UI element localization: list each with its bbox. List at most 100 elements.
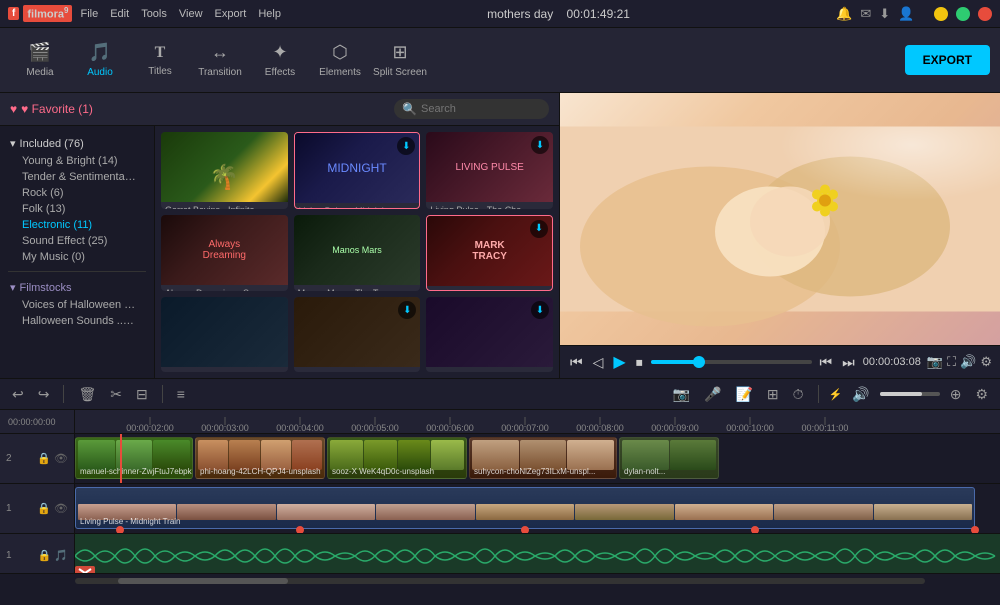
window-maximize[interactable] [956, 7, 970, 21]
fullscreen-icon[interactable]: ⛶ [947, 354, 956, 370]
cam-button[interactable]: 📷 [669, 384, 694, 405]
transition-label: Transition [198, 67, 242, 78]
sidebar-voices-halloween[interactable]: Voices of Halloween (25) [8, 297, 146, 313]
filmstocks-section: ▾ Filmstocks Voices of Halloween (25) Ha… [0, 276, 154, 331]
search-box[interactable]: 🔍 [394, 99, 549, 119]
included-section: ▾ Included (76) Young & Bright (14) Tend… [0, 132, 154, 267]
clip-suhycon[interactable]: suhycon-choNlZeg73ILxM-unspl... [469, 437, 617, 479]
toolbar-split-screen[interactable]: ⊞ Split Screen [370, 33, 430, 88]
main-toolbar: 🎬 Media 🎵 Audio T Titles ↔ Transition ✦ … [0, 28, 1000, 93]
menu-help[interactable]: Help [258, 8, 281, 20]
sidebar-halloween-sounds[interactable]: Halloween Sounds ... (25) [8, 313, 146, 329]
menu-tools[interactable]: Tools [141, 8, 167, 20]
media-card-7[interactable]: ⬇ ... [294, 297, 421, 372]
sidebar-rock[interactable]: Rock (6) [8, 185, 146, 201]
download-icon[interactable]: ⬇ [879, 6, 890, 22]
progress-bar[interactable] [651, 360, 812, 364]
toolbar-media[interactable]: 🎬 Media [10, 33, 70, 88]
clip-phi[interactable]: phi-hoang-42LCH-QPJ4-unsplash [195, 437, 325, 479]
redo-button[interactable]: ↪ [34, 384, 54, 405]
clip-label-phi: phi-hoang-42LCH-QPJ4-unsplash [200, 467, 321, 476]
timer-button[interactable]: ⏱ [789, 384, 808, 405]
sidebar-folk[interactable]: Folk (13) [8, 201, 146, 217]
detach-button[interactable]: ⊟ [132, 384, 152, 405]
settings-icon[interactable]: ⚙ [980, 354, 992, 370]
lock-icon-audio[interactable]: 🔒 [38, 549, 52, 562]
clip-sooz[interactable]: sooz-X WeK4qD0c-unsplash [327, 437, 467, 479]
media-card-8[interactable]: ⬇ ... [426, 297, 553, 372]
menu-edit[interactable]: Edit [110, 8, 129, 20]
track-icons-1: 🔒 👁 [37, 502, 68, 515]
sidebar-sound-effect[interactable]: Sound Effect (25) [8, 233, 146, 249]
media-card-5[interactable]: MARKTRACY ⬇ Mark Tracy - Keep On [426, 215, 553, 292]
download-btn-2[interactable]: ⬇ [531, 136, 549, 154]
clip-manuel[interactable]: manuel-schinner-ZwjFtuJ7ebpk-... [75, 437, 193, 479]
split-screen-icon: ⊞ [392, 42, 407, 63]
annotation-button[interactable]: 📝 [731, 384, 756, 405]
menu-export[interactable]: Export [215, 8, 247, 20]
account-icon[interactable]: 👤 [898, 6, 914, 22]
horizontal-scroll-thumb[interactable] [118, 578, 288, 584]
video-actions: 📷 ⛶ 🔊 ⚙ [927, 354, 992, 370]
message-icon[interactable]: ✉ [860, 6, 871, 22]
clip-living-pulse[interactable]: Living Pulse - Midnight Train [75, 487, 975, 529]
ruler-line-8 [675, 417, 676, 425]
more-options-button[interactable]: ⊕ [946, 384, 966, 405]
toolbar-transition[interactable]: ↔ Transition [190, 33, 250, 88]
eye-icon-1[interactable]: 👁 [54, 502, 68, 515]
search-input[interactable] [421, 103, 541, 115]
settings-button-2[interactable]: ⚙ [971, 384, 992, 405]
included-header[interactable]: ▾ Included (76) [8, 134, 146, 153]
sidebar-my-music[interactable]: My Music (0) [8, 249, 146, 265]
mosaic-button[interactable]: ⊞ [763, 384, 783, 405]
prev-frame-button[interactable]: ⏮ [818, 352, 835, 373]
music-icon-audio[interactable]: 🎵 [54, 549, 68, 562]
media-card-4[interactable]: Manos Mars Manos Mars - The Tun... [294, 215, 421, 292]
media-card-2[interactable]: LIVING PULSE ⬇ Living Pulse - The Cha... [426, 132, 553, 209]
sidebar-young-bright[interactable]: Young & Bright (14) [8, 153, 146, 169]
media-card-0[interactable]: 🌴 Garret Bevins - Infinite... [161, 132, 288, 209]
sidebar-tender-sentimental[interactable]: Tender & Sentimental (7) [8, 169, 146, 185]
volume-button[interactable]: 🔊 [848, 384, 873, 405]
audio-record-button[interactable]: 🎤 [700, 384, 725, 405]
skip-back-button[interactable]: ⏮ [568, 352, 585, 373]
toolbar-audio[interactable]: 🎵 Audio [70, 33, 130, 88]
sidebar-electronic[interactable]: Electronic (11) [8, 217, 146, 233]
volume-slider[interactable] [880, 392, 940, 396]
delete-button[interactable]: 🗑 [74, 384, 100, 405]
toolbar-elements[interactable]: ⬡ Elements [310, 33, 370, 88]
media-card-1[interactable]: MIDNIGHT ⬇ Living Pulse - Midnight ... [294, 132, 421, 209]
ruler-line-7 [600, 417, 601, 425]
timeline-tracks: 2 🔒 👁 manuel-schinner-ZwjFtuJ7ebpk-... [0, 434, 1000, 573]
filmstocks-header[interactable]: ▾ Filmstocks [8, 278, 146, 297]
list-view-button[interactable]: ≡ [173, 384, 189, 404]
window-minimize[interactable] [934, 7, 948, 21]
audio-label: Audio [87, 67, 113, 78]
export-button[interactable]: EXPORT [905, 45, 990, 75]
eye-icon-2[interactable]: 👁 [54, 452, 68, 465]
ruler-line-9 [750, 417, 751, 425]
media-card-3[interactable]: AlwaysDreaming Always Dreaming - Sa... [161, 215, 288, 292]
step-back-button[interactable]: ◁ [591, 352, 606, 373]
transition-icon: ↔ [211, 42, 229, 63]
window-close[interactable] [978, 7, 992, 21]
horizontal-scroll-track[interactable] [75, 578, 925, 584]
next-frame-button[interactable]: ⏭ [840, 352, 857, 373]
cut-button[interactable]: ✂ [106, 384, 126, 405]
media-card-6[interactable]: ... [161, 297, 288, 372]
volume-icon[interactable]: 🔊 [960, 354, 976, 370]
lock-icon-2[interactable]: 🔒 [37, 452, 51, 465]
menu-view[interactable]: View [179, 8, 203, 20]
menu-file[interactable]: File [80, 8, 98, 20]
toolbar-titles[interactable]: T Titles [130, 33, 190, 88]
download-btn-5[interactable]: ⬇ [530, 220, 548, 238]
sidebar: ▾ Included (76) Young & Bright (14) Tend… [0, 126, 155, 378]
lock-icon-1[interactable]: 🔒 [37, 502, 51, 515]
stop-button[interactable]: ⏹ [634, 352, 645, 373]
undo-button[interactable]: ↩ [8, 384, 28, 405]
clip-dylan[interactable]: dylan-nolt... [619, 437, 719, 479]
bell-icon[interactable]: 🔔 [836, 6, 852, 22]
play-button[interactable]: ▶ [611, 350, 627, 374]
screenshot-icon[interactable]: 📷 [927, 354, 943, 370]
toolbar-effects[interactable]: ✦ Effects [250, 33, 310, 88]
